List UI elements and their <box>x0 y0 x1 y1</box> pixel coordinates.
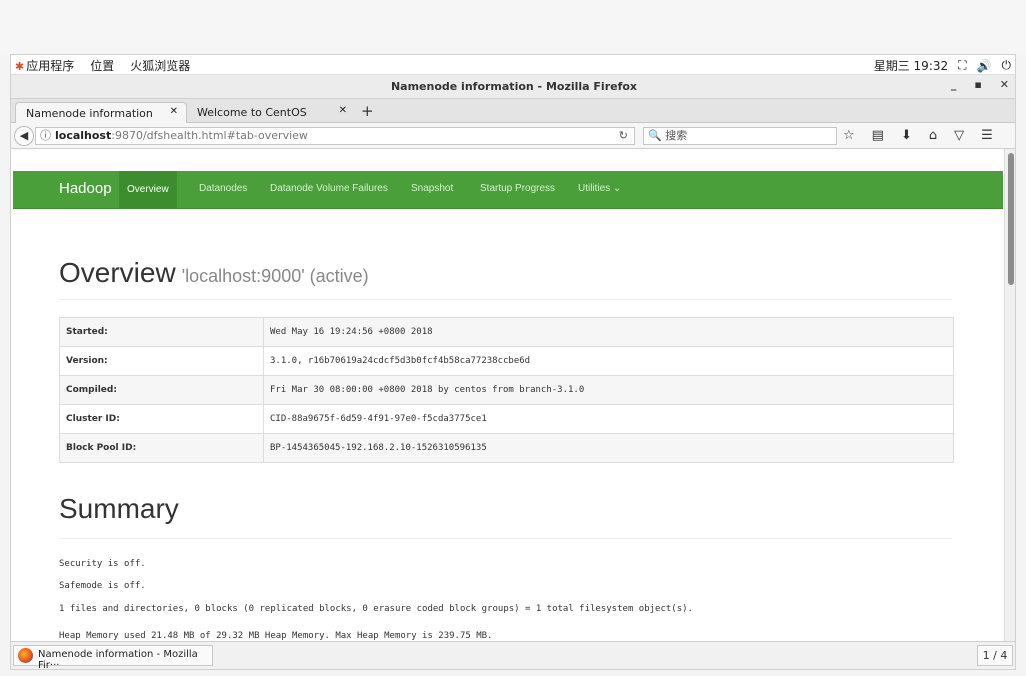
overview-heading: Overview'localhost:9000' (active) <box>59 257 369 288</box>
table-row: Version: 3.1.0, r16b70619a24cdcf5d3b0fcf4… <box>59 346 954 376</box>
desktop: ✱ 应用程序 位置 火狐浏览器 星期三 19:32 ⛶ 🔊 ⏻ Namenode … <box>0 0 1026 676</box>
url-bar[interactable]: ⓘ localhost:9870/dfshealth.html#tab-overv… <box>35 127 635 145</box>
firefox-icon <box>18 648 33 663</box>
scrollbar-thumb[interactable] <box>1008 153 1014 285</box>
menu-icon[interactable]: ☰ <box>981 128 993 143</box>
network-icon[interactable]: ⛶ <box>958 58 966 73</box>
search-input[interactable]: 🔍 搜索 <box>643 127 837 145</box>
nav-snapshot[interactable]: Snapshot <box>411 183 453 194</box>
back-button[interactable]: ◀ <box>14 126 34 146</box>
taskbar-firefox-window[interactable]: Namenode information - Mozilla Fir··· <box>13 645 213 669</box>
new-tab-button[interactable]: + <box>361 102 374 120</box>
url-path: :9870/dfshealth.html#tab-overview <box>111 129 308 142</box>
downloads-icon[interactable]: ⬇ <box>901 128 912 143</box>
hadoop-brand[interactable]: Hadoop <box>59 180 112 197</box>
web-page: Hadoop Overview Datanodes Datanode Volum… <box>11 149 1004 641</box>
window-title-bar: Namenode information - Mozilla Firefox _… <box>11 75 1015 99</box>
vm-screen: ✱ 应用程序 位置 火狐浏览器 星期三 19:32 ⛶ 🔊 ⏻ Namenode … <box>10 54 1016 670</box>
overview-subtitle: 'localhost:9000' (active) <box>181 266 369 286</box>
nav-datanodes[interactable]: Datanodes <box>199 183 247 194</box>
divider <box>59 538 952 539</box>
summary-line: Security is off. <box>59 559 146 569</box>
nav-overview[interactable]: Overview <box>119 171 177 209</box>
vertical-scrollbar[interactable] <box>1004 149 1015 641</box>
power-icon[interactable]: ⏻ <box>1002 58 1012 73</box>
info-icon[interactable]: ⓘ <box>40 129 51 142</box>
summary-line: Safemode is off. <box>59 581 146 591</box>
search-icon: 🔍 <box>648 129 662 142</box>
firefox-app-menu[interactable]: 火狐浏览器 <box>130 57 190 74</box>
summary-heading: Summary <box>59 493 179 524</box>
divider <box>59 299 952 300</box>
nav-utilities[interactable]: Utilities ⌄ <box>578 183 621 194</box>
top-margin <box>0 0 1026 54</box>
gnome-taskbar: Namenode information - Mozilla Fir··· 1 … <box>11 641 1015 669</box>
url-host: localhost <box>55 129 112 142</box>
pocket-icon[interactable]: ▽ <box>954 128 964 143</box>
navigation-bar: ◀ ⓘ localhost:9870/dfshealth.html#tab-ove… <box>11 123 1015 149</box>
hadoop-navbar: Hadoop Overview Datanodes Datanode Volum… <box>13 171 1003 209</box>
tab-namenode-information[interactable]: Namenode information ✕ <box>15 102 187 123</box>
home-icon[interactable]: ⌂ <box>929 128 937 143</box>
places-menu[interactable]: 位置 <box>90 57 114 74</box>
overview-table: Started: Wed May 16 19:24:56 +0800 2018 V… <box>59 317 954 463</box>
window-title: Namenode information - Mozilla Firefox <box>390 80 638 93</box>
reading-list-icon[interactable]: ▤ <box>872 128 884 143</box>
bookmark-star-icon[interactable]: ☆ <box>843 128 855 143</box>
summary-line: 1 files and directories, 0 blocks (0 rep… <box>59 604 693 614</box>
maximize-button[interactable]: ▪ <box>974 78 981 91</box>
close-tab-icon[interactable]: ✕ <box>170 106 178 117</box>
nav-startup-progress[interactable]: Startup Progress <box>480 183 555 194</box>
summary-line: Heap Memory used 21.48 MB of 29.32 MB He… <box>59 631 493 641</box>
gnome-top-bar: ✱ 应用程序 位置 火狐浏览器 星期三 19:32 ⛶ 🔊 ⏻ <box>11 55 1015 75</box>
applications-icon: ✱ <box>15 60 25 73</box>
volume-icon[interactable]: 🔊 <box>977 59 992 73</box>
workspace-pager[interactable]: 1 / 4 <box>977 645 1013 666</box>
close-window-button[interactable]: ✕ <box>1000 78 1009 91</box>
tab-bar: Namenode information ✕ Welcome to CentOS… <box>11 99 1015 123</box>
applications-menu[interactable]: ✱ 应用程序 <box>15 57 74 74</box>
nav-datanode-volume-failures[interactable]: Datanode Volume Failures <box>270 183 388 194</box>
tab-welcome-centos[interactable]: Welcome to CentOS ✕ <box>187 102 355 123</box>
table-row: Compiled: Fri Mar 30 08:00:00 +0800 2018 … <box>59 375 954 405</box>
reload-icon[interactable]: ↻ <box>619 128 628 144</box>
table-row: Started: Wed May 16 19:24:56 +0800 2018 <box>59 317 954 347</box>
close-tab-icon[interactable]: ✕ <box>339 105 347 116</box>
table-row: Cluster ID: CID-88a9675f-6d59-4f91-97e0-f… <box>59 404 954 434</box>
table-row: Block Pool ID: BP-1454365045-192.168.2.10… <box>59 433 954 463</box>
minimize-button[interactable]: _ <box>951 78 957 91</box>
clock[interactable]: 星期三 19:32 <box>874 57 948 74</box>
